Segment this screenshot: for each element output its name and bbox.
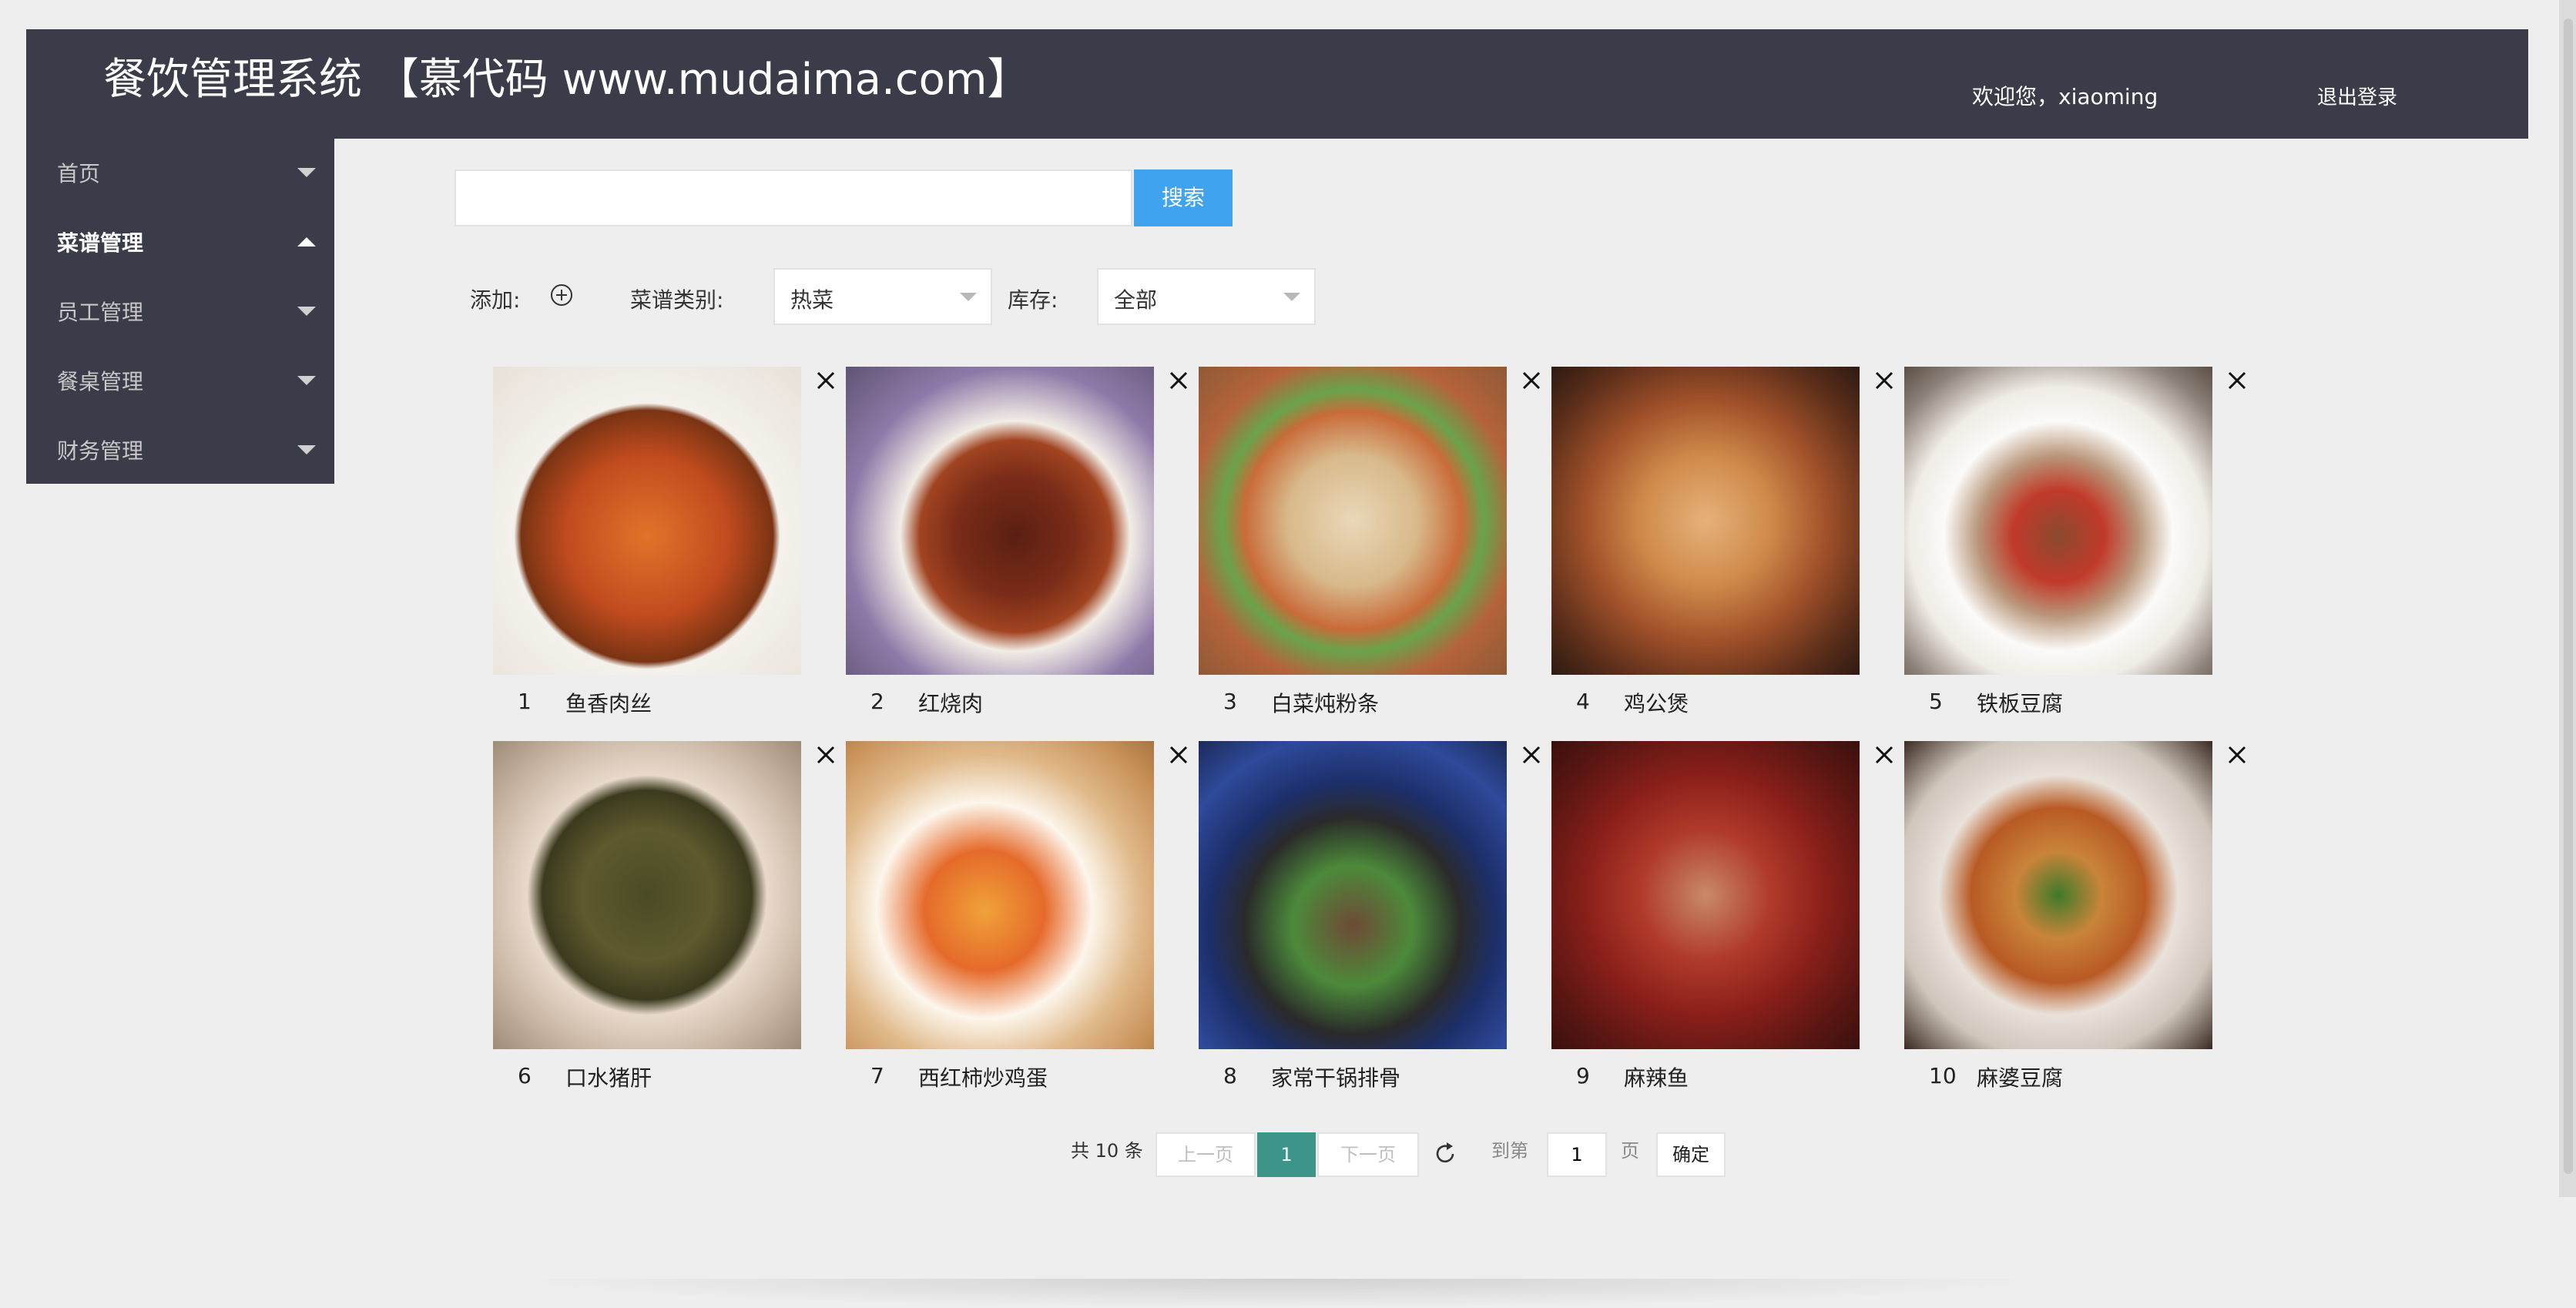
dish-number: 10 — [1929, 1063, 1957, 1088]
dish-image[interactable] — [1199, 741, 1507, 1049]
scrollbar-track[interactable] — [2559, 0, 2576, 1197]
dish-number: 7 — [870, 1063, 884, 1088]
dish-number: 2 — [870, 689, 884, 714]
dish-card: 9 麻辣鱼 — [1547, 741, 1893, 1103]
dish-name: 西红柿炒鸡蛋 — [918, 1065, 1048, 1091]
app-header: 餐饮管理系统 【慕代码 www.mudaima.com】 欢迎您，xiaomin… — [26, 29, 2528, 139]
dish-card: 3 白菜炖粉条 — [1194, 367, 1541, 729]
dish-number: 9 — [1576, 1063, 1590, 1088]
dish-image[interactable] — [1551, 367, 1860, 675]
search-input[interactable] — [454, 169, 1132, 226]
stock-select-value: 全部 — [1114, 287, 1158, 313]
dish-image[interactable] — [846, 741, 1154, 1049]
dish-name: 家常干锅排骨 — [1271, 1065, 1401, 1091]
stock-select[interactable]: 全部 — [1097, 268, 1316, 325]
dish-image[interactable] — [493, 367, 801, 675]
dish-card: 5 铁板豆腐 — [1900, 367, 2246, 729]
sidebar-item-finance-management[interactable]: 财务管理 — [26, 416, 334, 484]
dish-name: 白菜炖粉条 — [1271, 691, 1380, 716]
close-icon[interactable] — [1870, 367, 1898, 394]
dish-image[interactable] — [1904, 741, 2212, 1049]
close-icon[interactable] — [1165, 741, 1192, 769]
close-icon[interactable] — [1870, 741, 1898, 769]
caret-down-icon — [297, 445, 316, 454]
dish-number: 8 — [1223, 1063, 1237, 1088]
pager-page-1[interactable]: 1 — [1257, 1132, 1316, 1177]
sidebar-item-menu-management[interactable]: 菜谱管理 — [26, 208, 334, 276]
dish-number: 1 — [518, 689, 532, 714]
dish-number: 4 — [1576, 689, 1590, 714]
dish-image[interactable] — [493, 741, 801, 1049]
sidebar-item-home[interactable]: 首页 — [26, 139, 334, 206]
pager-page-unit: 页 — [1621, 1140, 1639, 1162]
dish-name: 麻婆豆腐 — [1977, 1065, 2064, 1091]
dish-name: 红烧肉 — [918, 691, 984, 716]
pager-confirm-button[interactable]: 确定 — [1656, 1132, 1726, 1177]
add-circle-icon[interactable] — [550, 283, 573, 307]
category-label: 菜谱类别: — [630, 287, 724, 313]
caret-down-icon — [297, 168, 316, 177]
dish-image[interactable] — [1199, 367, 1507, 675]
pager-goto-label: 到第 — [1491, 1140, 1528, 1162]
close-icon[interactable] — [2223, 367, 2251, 394]
dish-number: 3 — [1223, 689, 1237, 714]
close-icon[interactable] — [1518, 367, 1545, 394]
chevron-down-icon — [1283, 293, 1300, 301]
sidebar-item-label: 首页 — [57, 161, 101, 186]
pager-total: 共 10 条 — [1071, 1140, 1143, 1162]
add-label: 添加: — [470, 287, 521, 313]
sidebar-item-label: 餐桌管理 — [57, 369, 144, 394]
dish-card: 1 鱼香肉丝 — [488, 367, 835, 729]
caret-down-icon — [297, 307, 316, 316]
dish-name: 鸡公煲 — [1624, 691, 1689, 716]
chevron-down-icon — [960, 293, 977, 301]
pager-prev-button[interactable]: 上一页 — [1156, 1132, 1256, 1177]
dish-card: 4 鸡公煲 — [1547, 367, 1893, 729]
dish-name: 口水猪肝 — [565, 1065, 652, 1091]
app-title: 餐饮管理系统 【慕代码 www.mudaima.com】 — [103, 55, 1031, 105]
scrollbar-thumb[interactable] — [2564, 18, 2573, 1174]
sidebar-item-label: 员工管理 — [57, 300, 144, 325]
logout-link[interactable]: 退出登录 — [2317, 82, 2397, 110]
dish-number: 5 — [1929, 689, 1943, 714]
category-select[interactable]: 热菜 — [773, 268, 992, 325]
pager-next-button[interactable]: 下一页 — [1317, 1132, 1419, 1177]
close-icon[interactable] — [1518, 741, 1545, 769]
dish-name: 鱼香肉丝 — [565, 691, 652, 716]
welcome-text: 欢迎您，xiaoming — [1972, 84, 2158, 109]
dish-card: 6 口水猪肝 — [488, 741, 835, 1103]
close-icon[interactable] — [1165, 367, 1192, 394]
dish-card: 2 红烧肉 — [841, 367, 1188, 729]
refresh-icon[interactable] — [1431, 1140, 1459, 1168]
close-icon[interactable] — [2223, 741, 2251, 769]
bottom-shadow — [493, 1279, 2064, 1308]
dish-image[interactable] — [1904, 367, 2212, 675]
sidebar-item-staff-management[interactable]: 员工管理 — [26, 277, 334, 345]
close-icon[interactable] — [812, 741, 840, 769]
dish-name: 铁板豆腐 — [1977, 691, 2064, 716]
sidebar-item-label: 菜谱管理 — [57, 230, 144, 256]
category-select-value: 热菜 — [790, 287, 834, 313]
close-icon[interactable] — [812, 367, 840, 394]
sidebar-item-label: 财务管理 — [57, 438, 144, 464]
caret-down-icon — [297, 376, 316, 385]
stock-label: 库存: — [1008, 287, 1058, 313]
dish-number: 6 — [518, 1063, 532, 1088]
search-button[interactable]: 搜索 — [1134, 169, 1233, 226]
dish-card: 8 家常干锅排骨 — [1194, 741, 1541, 1103]
pager-goto-input[interactable] — [1547, 1132, 1607, 1177]
caret-up-icon — [297, 237, 316, 247]
dish-card: 7 西红柿炒鸡蛋 — [841, 741, 1188, 1103]
dish-card: 10 麻婆豆腐 — [1900, 741, 2246, 1103]
dish-image[interactable] — [846, 367, 1154, 675]
dish-image[interactable] — [1551, 741, 1860, 1049]
sidebar: 首页 菜谱管理 员工管理 餐桌管理 财务管理 — [26, 139, 334, 484]
sidebar-item-table-management[interactable]: 餐桌管理 — [26, 347, 334, 414]
dish-name: 麻辣鱼 — [1624, 1065, 1689, 1091]
